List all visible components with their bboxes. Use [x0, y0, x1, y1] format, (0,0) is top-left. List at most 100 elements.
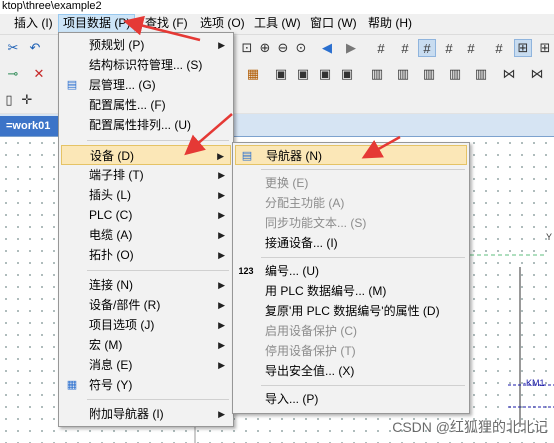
- submenu-arrow-icon: ▶: [218, 250, 225, 260]
- symbol-e-icon[interactable]: ▥: [368, 65, 386, 83]
- menu-item-connect-device[interactable]: 接通设备... (I): [235, 233, 467, 253]
- menu-item-label: PLC (C): [89, 208, 133, 222]
- menu-item-structure-identifier[interactable]: 结构标识符管理... (S): [61, 55, 231, 75]
- menu-item-label: 结构标识符管理... (S): [89, 58, 203, 72]
- cut-icon[interactable]: ✂: [4, 39, 22, 57]
- symbol-d-icon[interactable]: ▣: [338, 65, 356, 83]
- menu-project-data[interactable]: 项目数据 (P): [58, 14, 136, 33]
- submenu-arrow-icon: ▶: [218, 40, 225, 50]
- symbol-a-icon[interactable]: ▣: [272, 65, 290, 83]
- submenu-arrow-icon: ▶: [217, 151, 224, 161]
- menu-item-export-safety-values[interactable]: 导出安全值... (X): [235, 361, 467, 381]
- grid-a-icon[interactable]: #: [372, 39, 390, 57]
- menu-insert[interactable]: 插入 (I): [10, 15, 57, 32]
- menu-item-sync-function-text: 同步功能文本... (S): [235, 213, 467, 233]
- page-tool-icon[interactable]: ▯: [0, 91, 18, 109]
- symbol-b-icon[interactable]: ▣: [294, 65, 312, 83]
- grid-d-icon[interactable]: #: [440, 39, 458, 57]
- menu-item-disable-device-protection: 停用设备保护 (T): [235, 341, 467, 361]
- zoom-in-icon[interactable]: ⊕: [256, 39, 274, 57]
- menu-window[interactable]: 窗口 (W): [306, 15, 361, 32]
- symbol-i-icon[interactable]: ▥: [472, 65, 490, 83]
- menu-item-enable-device-protection: 启用设备保护 (C): [235, 321, 467, 341]
- menu-item-label: 设备/部件 (R): [89, 298, 161, 312]
- grid-f-icon[interactable]: #: [490, 39, 508, 57]
- menu-item-symbols[interactable]: ▦ 符号 (Y): [61, 375, 231, 395]
- menu-item-config-properties[interactable]: 配置属性... (F): [61, 95, 231, 115]
- delete-tool-icon[interactable]: ✕: [30, 65, 48, 83]
- menu-item-plug[interactable]: 插头 (L) ▶: [61, 185, 231, 205]
- menu-item-label: 配置属性... (F): [89, 98, 166, 112]
- menu-item-assign-main-function: 分配主功能 (A): [235, 193, 467, 213]
- menu-item-label: 导出安全值... (X): [265, 364, 355, 378]
- menu-item-project-options[interactable]: 项目选项 (J) ▶: [61, 315, 231, 335]
- menu-help[interactable]: 帮助 (H): [364, 15, 416, 32]
- menu-item-terminal-strip[interactable]: 端子排 (T) ▶: [61, 165, 231, 185]
- menu-item-messages[interactable]: 消息 (E) ▶: [61, 355, 231, 375]
- symbol-h-icon[interactable]: ▥: [446, 65, 464, 83]
- menu-item-devices[interactable]: 设备 (D) ▶: [61, 145, 231, 165]
- symbol-j-icon[interactable]: ⋈: [500, 65, 518, 83]
- symbol-c-icon[interactable]: ▣: [316, 65, 334, 83]
- submenu-arrow-icon: ▶: [218, 320, 225, 330]
- grid-b-icon[interactable]: #: [396, 39, 414, 57]
- menu-item-topology[interactable]: 拓扑 (O) ▶: [61, 245, 231, 265]
- menu-item-additional-navigator[interactable]: 附加导航器 (I) ▶: [61, 404, 231, 424]
- grid-e-icon[interactable]: #: [462, 39, 480, 57]
- plc-box-icon[interactable]: ▦: [244, 65, 262, 83]
- menu-separator: [261, 169, 465, 170]
- menu-item-macros[interactable]: 宏 (M) ▶: [61, 335, 231, 355]
- menu-item-numbering[interactable]: 123 编号... (U): [235, 261, 467, 281]
- tab-work01[interactable]: =work01: [0, 116, 62, 136]
- menu-item-plc[interactable]: PLC (C) ▶: [61, 205, 231, 225]
- menu-item-layer-management[interactable]: ▤ 层管理... (G): [61, 75, 231, 95]
- undo-icon[interactable]: ↶: [26, 39, 44, 57]
- menu-item-label: 附加导航器 (I): [89, 407, 164, 421]
- symbol-g-icon[interactable]: ▥: [420, 65, 438, 83]
- menu-find[interactable]: 查找 (F): [141, 15, 192, 32]
- menu-item-label: 层管理... (G): [89, 78, 156, 92]
- submenu-arrow-icon: ▶: [218, 210, 225, 220]
- window-title: ktop\three\example2: [0, 0, 554, 14]
- menu-item-device-parts[interactable]: 设备/部件 (R) ▶: [61, 295, 231, 315]
- zoom-all-icon[interactable]: ⊙: [292, 39, 310, 57]
- submenu-arrow-icon: ▶: [218, 300, 225, 310]
- menu-item-restore-plc-numbering-props[interactable]: 复原'用 PLC 数据编号'的属性 (D): [235, 301, 467, 321]
- menu-item-preplanning[interactable]: 预规划 (P) ▶: [61, 35, 231, 55]
- back-arrow-icon[interactable]: ◀: [318, 39, 336, 57]
- symbol-k-icon[interactable]: ⋈: [528, 65, 546, 83]
- menu-item-label: 停用设备保护 (T): [265, 344, 356, 358]
- submenu-arrow-icon: ▶: [218, 360, 225, 370]
- menu-item-label: 连接 (N): [89, 278, 133, 292]
- menu-item-label: 启用设备保护 (C): [265, 324, 357, 338]
- menu-item-label: 拓扑 (O): [89, 248, 134, 262]
- menu-item-label: 消息 (E): [89, 358, 133, 372]
- wire-tool-icon[interactable]: ⊸: [4, 65, 22, 83]
- symbol-f-icon[interactable]: ▥: [394, 65, 412, 83]
- cross-tool-icon[interactable]: ✛: [18, 91, 36, 109]
- watermark: CSDN @红狐狸的北北记: [392, 419, 548, 435]
- menu-item-navigator[interactable]: ▤ 导航器 (N): [235, 145, 467, 165]
- menu-item-config-property-order[interactable]: 配置属性排列... (U): [61, 115, 231, 135]
- forward-arrow-icon[interactable]: ▶: [342, 39, 360, 57]
- device-submenu: ▤ 导航器 (N) 更换 (E) 分配主功能 (A) 同步功能文本... (S)…: [232, 142, 470, 414]
- zoom-out-icon[interactable]: ⊖: [274, 39, 292, 57]
- submenu-arrow-icon: ▶: [218, 190, 225, 200]
- menu-item-label: 分配主功能 (A): [265, 196, 345, 210]
- menu-separator: [261, 257, 465, 258]
- snap-grid-icon[interactable]: ⊞: [514, 39, 532, 57]
- grid-g-icon[interactable]: ⊞: [536, 39, 554, 57]
- grid-c-icon[interactable]: #: [418, 39, 436, 57]
- menu-options[interactable]: 选项 (O): [196, 15, 249, 32]
- menu-item-label: 配置属性排列... (U): [89, 118, 191, 132]
- menu-item-connections[interactable]: 连接 (N) ▶: [61, 275, 231, 295]
- menu-tools[interactable]: 工具 (W): [250, 15, 305, 32]
- menu-item-import[interactable]: 导入... (P): [235, 389, 467, 409]
- menu-item-label: 导入... (P): [265, 392, 319, 406]
- zoom-window-icon[interactable]: ⊡: [238, 39, 256, 57]
- menu-item-label: 导航器 (N): [266, 149, 322, 163]
- device-tag-km1: -KM1: [523, 378, 545, 388]
- menu-separator: [87, 399, 229, 400]
- menu-item-cable[interactable]: 电缆 (A) ▶: [61, 225, 231, 245]
- menu-item-number-with-plc-data[interactable]: 用 PLC 数据编号... (M): [235, 281, 467, 301]
